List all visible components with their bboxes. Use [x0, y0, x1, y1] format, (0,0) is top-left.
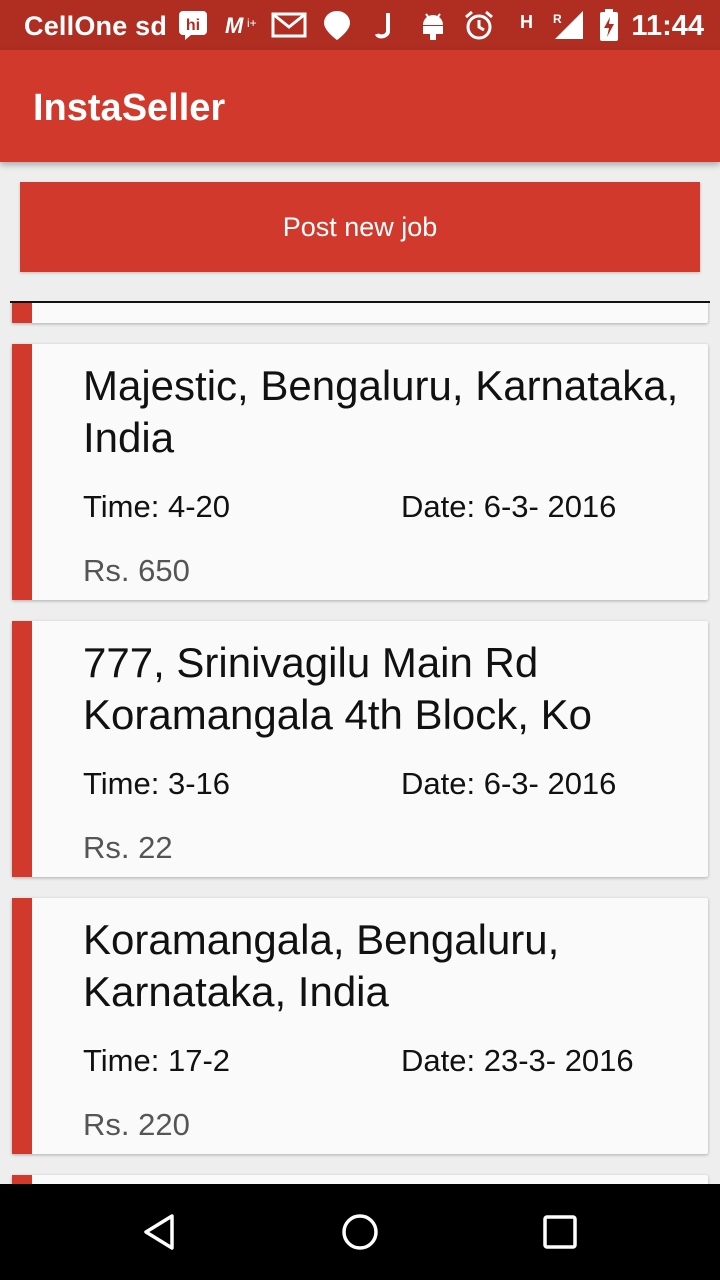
location-icon: [320, 9, 354, 41]
app-bar: InstaSeller: [0, 50, 720, 162]
job-time: Time: 17-2: [83, 1043, 231, 1078]
post-new-job-button[interactable]: Post new job: [20, 182, 700, 272]
mi-icon: Mi+: [222, 9, 262, 41]
job-price: Rs. 650: [83, 553, 190, 588]
card-accent-stripe: [12, 898, 32, 1154]
battery-charging-icon: [596, 9, 622, 41]
job-card-partial-bottom[interactable]: [12, 1175, 708, 1184]
clock: 11:44: [631, 10, 704, 42]
job-card-partial-top[interactable]: [12, 303, 708, 323]
job-address: Majestic, Bengaluru, Karnataka, India: [83, 362, 679, 461]
j-icon: [372, 9, 396, 41]
job-time: Time: 3-16: [83, 766, 231, 801]
svg-text:M: M: [225, 13, 244, 38]
job-date: Date: 23-3- 2016: [401, 1043, 634, 1078]
job-card[interactable]: Majestic, Bengaluru, Karnataka, India Ti…: [12, 344, 708, 600]
job-date: Date: 6-3- 2016: [401, 489, 617, 524]
job-address: 777, Srinivagilu Main Rd Koramangala 4th…: [83, 639, 592, 738]
alarm-icon: [462, 9, 496, 41]
h-network-icon: H: [518, 5, 538, 37]
gmail-icon: [270, 9, 308, 41]
svg-text:hi: hi: [186, 17, 200, 34]
navigation-bar: [0, 1184, 720, 1280]
svg-text:i+: i+: [247, 16, 257, 30]
card-accent-stripe: [12, 621, 32, 877]
carrier-name: CellOne sd: [24, 11, 168, 41]
job-time: Time: 4-20: [83, 489, 231, 524]
hike-icon: hi: [176, 9, 210, 41]
back-icon[interactable]: [130, 1202, 190, 1262]
card-accent-stripe: [12, 303, 32, 323]
svg-text:H: H: [520, 12, 533, 32]
job-list[interactable]: Majestic, Bengaluru, Karnataka, India Ti…: [0, 303, 720, 1184]
recents-icon[interactable]: [530, 1202, 590, 1262]
signal-icon: R: [550, 9, 586, 41]
job-address: Koramangala, Bengaluru, Karnataka, India: [83, 916, 560, 1015]
job-card[interactable]: 777, Srinivagilu Main Rd Koramangala 4th…: [12, 621, 708, 877]
svg-text:R: R: [553, 12, 562, 26]
job-card[interactable]: Koramangala, Bengaluru, Karnataka, India…: [12, 898, 708, 1154]
job-price: Rs. 22: [83, 830, 173, 865]
card-accent-stripe: [12, 344, 32, 600]
android-icon: [416, 9, 450, 41]
job-price: Rs. 220: [83, 1107, 190, 1142]
job-date: Date: 6-3- 2016: [401, 766, 617, 801]
card-accent-stripe: [12, 1175, 32, 1184]
home-icon[interactable]: [330, 1202, 390, 1262]
app-title: InstaSeller: [33, 87, 226, 129]
status-bar: CellOne sd hi Mi+ H R 11:44: [0, 0, 720, 50]
